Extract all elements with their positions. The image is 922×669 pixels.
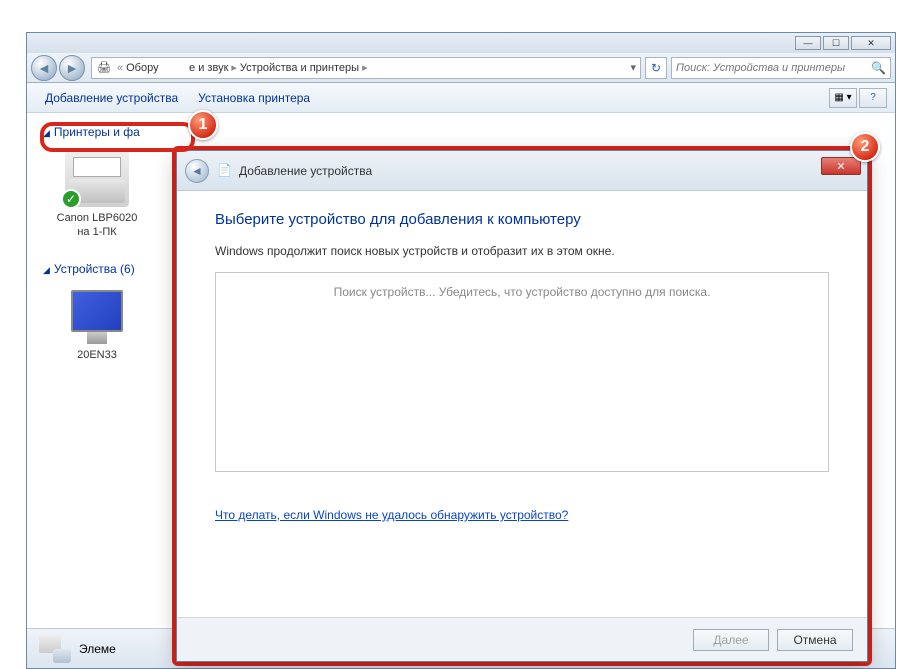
annotation-badge-1: 1 bbox=[188, 110, 218, 140]
devices-icon: 🖨 bbox=[96, 60, 112, 76]
searching-text: Поиск устройств... Убедитесь, что устрой… bbox=[224, 285, 820, 299]
close-button[interactable]: ✕ bbox=[851, 36, 891, 50]
device-item[interactable]: 20EN33 bbox=[47, 288, 147, 362]
status-text: Элеме bbox=[79, 642, 116, 656]
next-button: Далее bbox=[693, 629, 769, 651]
window-titlebar: — ☐ ✕ bbox=[27, 33, 895, 53]
dialog-back-button[interactable]: ◄ bbox=[185, 159, 209, 183]
help-link[interactable]: Что делать, если Windows не удалось обна… bbox=[215, 508, 568, 522]
breadcrumb-part1: Обору bbox=[126, 62, 158, 74]
address-bar: ◄ ► 🖨 « Обору дован е и звук ▸ Устройств… bbox=[27, 53, 895, 83]
cancel-button[interactable]: Отмена bbox=[777, 629, 853, 651]
annotation-ring-1 bbox=[40, 122, 195, 152]
add-device-icon: 📄 bbox=[217, 163, 233, 179]
nav-back-button[interactable]: ◄ bbox=[31, 55, 57, 81]
printer-item[interactable]: ✓ Canon LBP6020 на 1-ПК bbox=[47, 151, 147, 240]
breadcrumb-part2: е и звук bbox=[189, 62, 228, 74]
minimize-button[interactable]: — bbox=[795, 36, 821, 50]
toolbar: Добавление устройства Установка принтера… bbox=[27, 83, 895, 113]
maximize-button[interactable]: ☐ bbox=[823, 36, 849, 50]
device-label: 20EN33 bbox=[47, 348, 147, 362]
printer-name: Canon LBP6020 bbox=[57, 212, 138, 224]
breadcrumb-part3: Устройства и принтеры bbox=[240, 62, 359, 74]
search-box[interactable]: 🔍 bbox=[671, 57, 891, 79]
add-device-dialog: ◄ 📄 Добавление устройства ✕ Выберите уст… bbox=[176, 150, 868, 662]
dialog-header: ◄ 📄 Добавление устройства ✕ bbox=[177, 151, 867, 191]
dialog-footer: Далее Отмена bbox=[177, 617, 867, 661]
annotation-badge-2: 2 bbox=[850, 132, 880, 162]
group-devices-label: Устройства (6) bbox=[54, 262, 135, 276]
breadcrumb[interactable]: 🖨 « Обору дован е и звук ▸ Устройства и … bbox=[91, 57, 641, 79]
add-device-button[interactable]: Добавление устройства bbox=[35, 87, 188, 109]
printer-icon: ✓ bbox=[65, 151, 129, 207]
refresh-button[interactable]: ↻ bbox=[645, 57, 667, 79]
help-button[interactable]: ? bbox=[859, 88, 887, 108]
search-icon: 🔍 bbox=[871, 61, 886, 75]
device-results-list: Поиск устройств... Убедитесь, что устрой… bbox=[215, 272, 829, 472]
install-printer-button[interactable]: Установка принтера bbox=[188, 87, 320, 109]
printer-location: на 1-ПК bbox=[77, 226, 116, 238]
dialog-body-text: Windows продолжит поиск новых устройств … bbox=[215, 244, 829, 258]
default-check-icon: ✓ bbox=[61, 189, 81, 209]
monitor-icon bbox=[65, 288, 129, 344]
dialog-close-button[interactable]: ✕ bbox=[821, 157, 861, 175]
search-input[interactable] bbox=[676, 62, 871, 74]
view-options-button[interactable]: ▦ ▾ bbox=[829, 88, 857, 108]
dialog-title: Добавление устройства bbox=[239, 164, 372, 178]
dialog-heading: Выберите устройство для добавления к ком… bbox=[215, 211, 829, 228]
status-devices-icon bbox=[39, 635, 71, 663]
nav-forward-button[interactable]: ► bbox=[59, 55, 85, 81]
